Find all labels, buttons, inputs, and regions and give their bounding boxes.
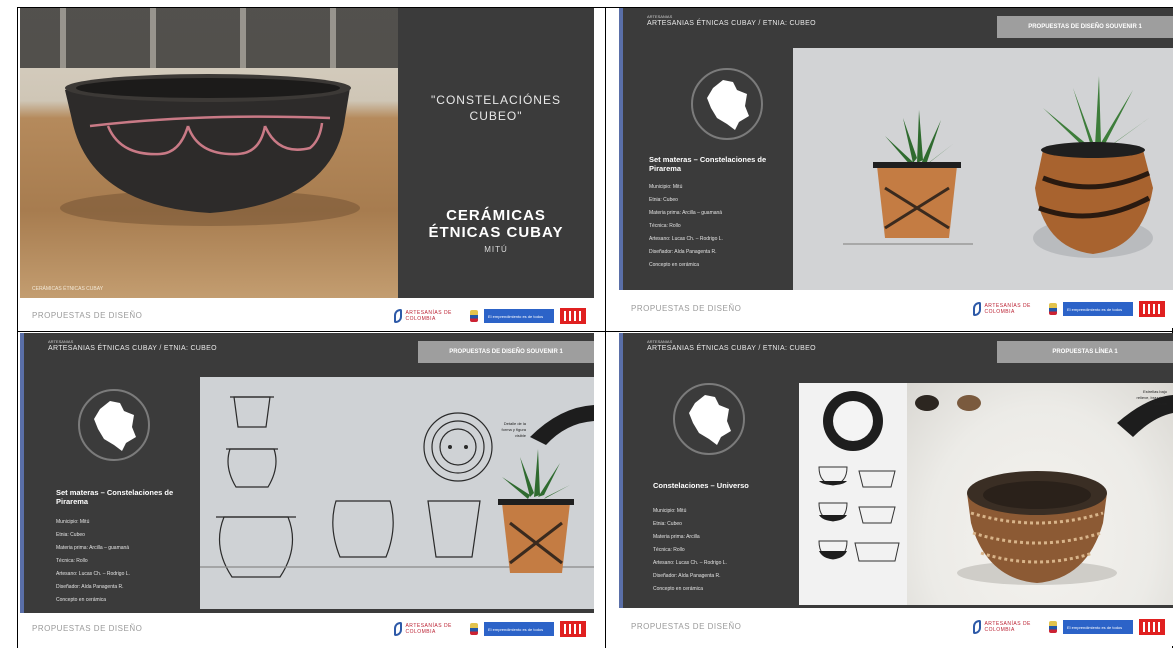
detail-item: Etnia: Cubeo [653,521,682,527]
details-list: Municipio: Mitú Etnia: Cubeo Materia pri… [653,505,727,596]
technical-drawing: Detalle de la forma y figura visible [200,377,594,609]
slide-proposal-1[interactable]: ARTESANIAS ARTESANIAS ÉTNICAS CUBAY / ET… [619,8,1173,328]
accent-bar [619,8,623,290]
slide-header: ARTESANIAS ÉTNICAS CUBAY / ETNIA: CUBEO [647,345,816,352]
details-list: Municipio: Mitú Etnia: Cubeo Materia pri… [649,181,723,272]
footer-logos: ARTESANÍAS DE COLOMBIA El emprendimiento… [394,618,586,640]
footer-label: PROPUESTAS DE DISEÑO [32,624,143,633]
slide-footer: PROPUESTAS DE DISEÑO ARTESANÍAS DE COLOM… [619,290,1173,328]
footer-label: PROPUESTAS DE DISEÑO [32,311,143,320]
detail-note: Estrellas bajo relieve, brazalete incisi… [1136,389,1167,406]
colombia-map-icon [78,389,150,461]
proposal-badge: PROPUESTAS LÍNEA 1 [997,341,1173,363]
proposal-badge: PROPUESTAS DE DISEÑO SOUVENIR 1 [997,16,1173,38]
slide-header: ARTESANIAS ÉTNICAS CUBAY / ETNIA: CUBEO [647,20,816,27]
grid-line-middle [17,331,1173,332]
red-pattern-logo [1139,619,1165,635]
set-name: Set materas – Constelaciones de Pirarema [649,155,767,173]
detail-item: Concepto en cerámica [649,262,700,268]
detail-item: Artesano: Lucas Ch. – Rodrigo L. [653,560,727,566]
detail-item: Artesano: Lucas Ch. – Rodrigo L. [649,236,723,242]
slide-footer: PROPUESTAS DE DISEÑO ARTESANÍAS DE COLOM… [20,614,594,646]
detail-item: Municipio: Mitú [56,519,90,525]
set-name: Constelaciones – Universo [653,481,749,490]
footer-label: PROPUESTAS DE DISEÑO [631,304,742,313]
pot-sketches [200,396,594,578]
cover-main-title: CERÁMICAS ÉTNICAS CUBAY [428,207,564,241]
colombia-map-icon [673,383,745,455]
photo-caption: CERÁMICAS ÉTNICAS CUBAY [32,286,104,292]
bowl-photo: Estrellas bajo relieve, brazalete incisi… [907,383,1173,605]
detail-item: Técnica: Rollo [56,558,88,564]
detail-item: Etnia: Cubeo [649,197,678,203]
cover-quote-title: "CONSTELACIÓNES CUBEO" [431,93,561,123]
detail-item: Diseñador: Aída Panagenta R. [649,249,717,255]
detail-item: Municipio: Mitú [653,508,687,514]
bowl-render [915,395,1173,585]
pot-illustration [60,74,360,226]
colombia-shield-icon [470,623,478,635]
detail-item: Materia prima: Arcilla – guamaná [649,210,723,216]
colombia-shield-icon [470,310,478,322]
detail-item: Municipio: Mitú [649,184,683,190]
detail-item: Artesano: Lucas Ch. – Rodrigo L. [56,571,130,577]
detail-item: Técnica: Rollo [653,547,685,553]
detail-item: Diseñador: Aída Panagenta R. [653,573,721,579]
footer-logos: ARTESANÍAS DE COLOMBIA El emprendimiento… [394,305,586,327]
cover-photo: CERÁMICAS ÉTNICAS CUBAY [20,8,398,298]
detail-item: Técnica: Rollo [649,223,681,229]
accent-bar [20,333,24,613]
detail-item: Concepto en cerámica [653,586,704,592]
tiny-label: ARTESANIAS [647,339,673,344]
government-logo: El emprendimiento es de todos [1063,302,1133,316]
detail-item: Materia prima: Arcilla [653,534,700,540]
government-logo: El emprendimiento es de todos [484,309,554,323]
sketch-panel [799,383,907,605]
slide-footer: PROPUESTAS DE DISEÑO ARTESANÍAS DE COLOM… [619,608,1173,646]
footer-logos: ARTESANÍAS DE COLOMBIA El emprendimiento… [973,298,1165,320]
red-pattern-logo [1139,301,1165,317]
detail-item: Etnia: Cubeo [56,532,85,538]
grid-line-left [17,8,18,648]
red-pattern-logo [560,621,586,637]
product-render [793,48,1173,290]
artesanias-logo: ARTESANÍAS DE COLOMBIA [973,302,1043,316]
footer-logos: ARTESANÍAS DE COLOMBIA El emprendimiento… [973,616,1165,638]
cover-subtitle: MITÚ [484,245,508,254]
grid-line-center [605,8,606,648]
colombia-map-icon [691,68,763,140]
bowl-sketches [818,391,900,562]
slide-footer: PROPUESTAS DE DISEÑO ARTESANÍAS DE COLOM… [20,301,594,331]
slide-proposal-technical[interactable]: ARTESANIAS ARTESANIAS ÉTNICAS CUBAY / ET… [20,333,594,646]
government-logo: El emprendimiento es de todos [1063,620,1133,634]
colombia-shield-icon [1049,303,1057,315]
detail-item: Diseñador: Aída Panagenta R. [56,584,124,590]
set-name: Set materas – Constelaciones de Pirarema [56,488,174,506]
tiny-label: ARTESANIAS [48,339,74,344]
slide-proposal-line[interactable]: ARTESANIAS ARTESANIAS ÉTNICAS CUBAY / ET… [619,333,1173,646]
proposal-badge: PROPUESTAS DE DISEÑO SOUVENIR 1 [418,341,594,363]
colombia-shield-icon [1049,621,1057,633]
slide-cover[interactable]: CERÁMICAS ÉTNICAS CUBAY "CONSTELACIÓNES … [20,8,594,331]
government-logo: El emprendimiento es de todos [484,622,554,636]
detail-item: Concepto en cerámica [56,597,107,603]
artesanias-logo: ARTESANÍAS DE COLOMBIA [394,309,464,323]
footer-label: PROPUESTAS DE DISEÑO [631,622,742,631]
artesanias-logo: ARTESANÍAS DE COLOMBIA [394,622,464,636]
detail-note: Detalle de la forma y figura visible [501,421,526,438]
cover-title-panel: "CONSTELACIÓNES CUBEO" CERÁMICAS ÉTNICAS… [398,8,594,298]
artesanias-logo: ARTESANÍAS DE COLOMBIA [973,620,1043,634]
slide-header: ARTESANIAS ÉTNICAS CUBAY / ETNIA: CUBEO [48,345,217,352]
detail-item: Materia prima: Arcilla – guamaná [56,545,130,551]
pots-render [843,76,1153,258]
accent-bar [619,333,623,613]
details-list: Municipio: Mitú Etnia: Cubeo Materia pri… [56,516,130,607]
tiny-label: ARTESANIAS [647,14,673,19]
red-pattern-logo [560,308,586,324]
